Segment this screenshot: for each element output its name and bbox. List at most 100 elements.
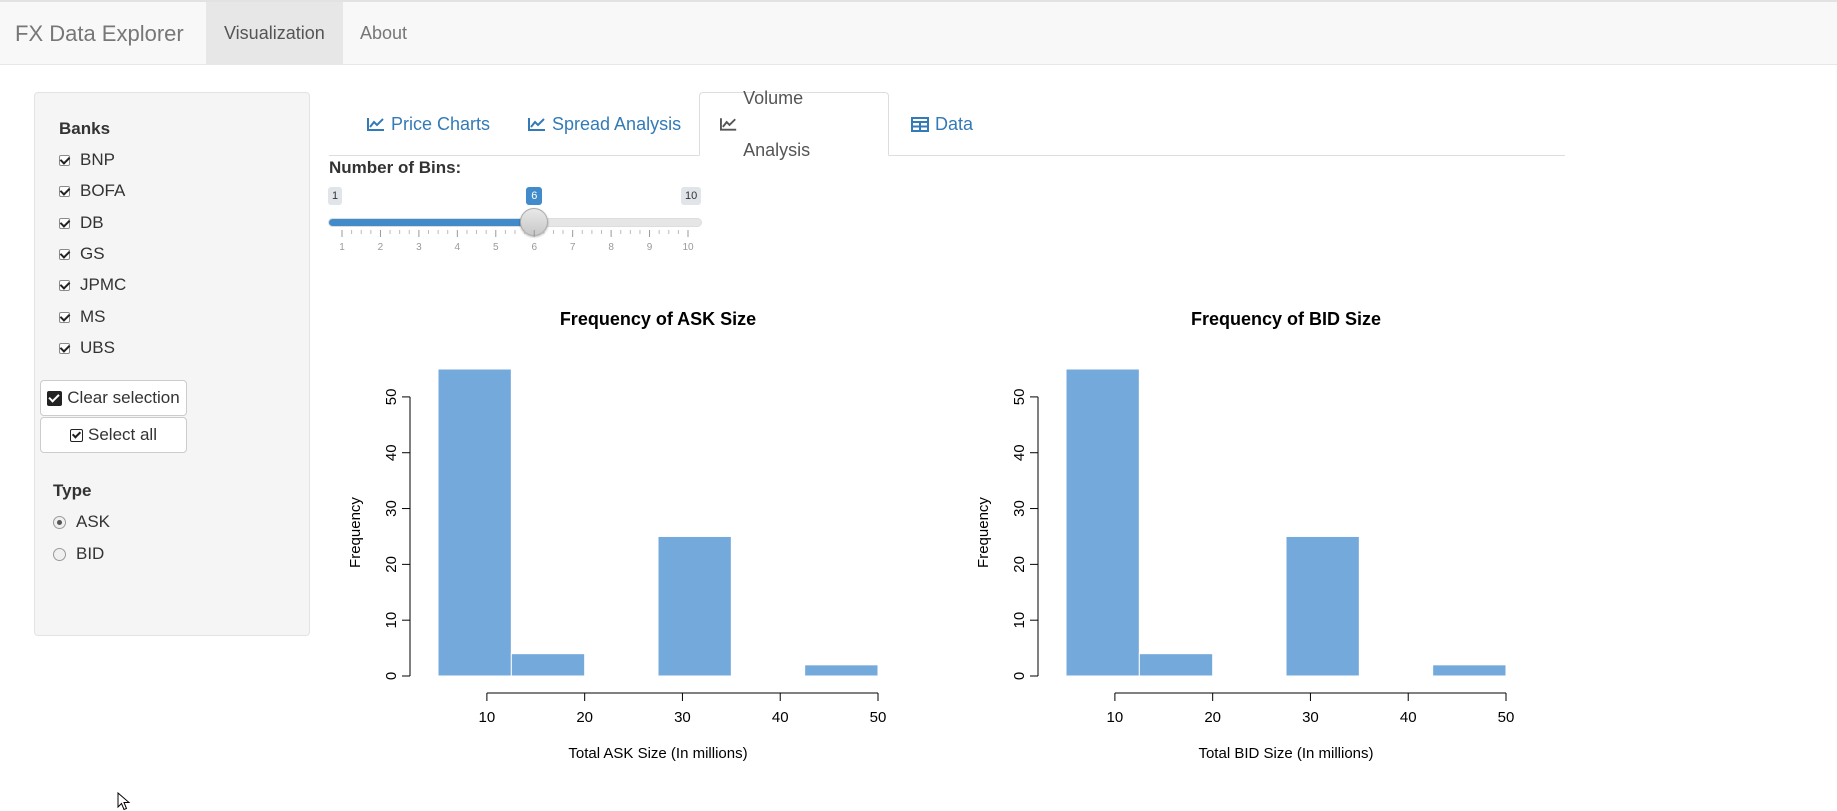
bins-slider-track[interactable] <box>328 218 702 227</box>
slider-max-label: 10 <box>681 187 702 205</box>
app-brand[interactable]: FX Data Explorer <box>15 2 184 65</box>
bank-label: BOFA <box>80 181 126 200</box>
slider-tick-label: 10 <box>682 242 694 253</box>
mouse-cursor-icon <box>117 792 131 811</box>
histogram-bar <box>804 664 879 677</box>
slider-tick-label: 7 <box>570 242 576 253</box>
nav-item-visualization[interactable]: Visualization <box>206 2 343 65</box>
checkbox-checked-icon[interactable] <box>59 248 70 260</box>
bank-label: UBS <box>80 338 115 357</box>
clear-selection-button[interactable]: Clear selection <box>40 380 187 416</box>
slider-tick-label: 3 <box>416 242 422 253</box>
slider-tick-label: 5 <box>493 242 499 253</box>
line-chart-icon <box>720 118 737 131</box>
bank-label: GS <box>80 244 105 263</box>
sidebar-panel: Banks BNP BOFA DB GS JPMC MS UBS Clear s… <box>34 92 310 636</box>
bank-checkbox-gs[interactable]: GS <box>59 243 105 265</box>
top-navbar: FX Data Explorer Visualization About <box>0 0 1837 65</box>
tab-data[interactable]: Data <box>891 92 993 156</box>
bank-label: DB <box>80 213 104 232</box>
x-tick-label: 30 <box>674 709 691 726</box>
type-radio-ask[interactable]: ASK <box>53 511 110 533</box>
checkbox-checked-icon[interactable] <box>59 217 70 229</box>
y-tick-label: 40 <box>1011 444 1028 461</box>
y-axis-label: Frequency <box>975 497 992 568</box>
x-axis-label: Total BID Size (In millions) <box>1198 745 1373 762</box>
y-tick-label: 40 <box>383 444 400 461</box>
bank-checkbox-ms[interactable]: MS <box>59 306 106 328</box>
histogram-bar <box>1432 664 1507 677</box>
check-square-outline-icon <box>70 428 83 442</box>
type-radio-bid[interactable]: BID <box>53 543 104 565</box>
slider-tick-label: 6 <box>531 242 537 253</box>
histogram-bar <box>1065 368 1140 677</box>
chart-title: Frequency of ASK Size <box>560 309 756 329</box>
line-chart-icon <box>367 118 384 131</box>
bank-label: BNP <box>80 150 115 169</box>
checkbox-checked-icon[interactable] <box>59 154 70 166</box>
select-all-label: Select all <box>88 425 157 444</box>
slider-value-label: 6 <box>526 187 543 205</box>
type-label: ASK <box>76 512 111 531</box>
histogram-bar <box>1138 653 1214 677</box>
tab-label: Spread Analysis <box>552 114 682 134</box>
select-all-button[interactable]: Select all <box>40 417 187 453</box>
tab-spread-analysis[interactable]: Spread Analysis <box>508 92 701 156</box>
bank-checkbox-bnp[interactable]: BNP <box>59 149 115 171</box>
x-tick-label: 20 <box>1204 709 1221 726</box>
slider-tick-label: 9 <box>647 242 653 253</box>
x-tick-label: 30 <box>1302 709 1319 726</box>
x-tick-label: 20 <box>576 709 593 726</box>
y-axis-label: Frequency <box>347 497 364 568</box>
checkbox-checked-icon[interactable] <box>59 185 70 197</box>
checkbox-checked-icon[interactable] <box>59 311 70 323</box>
x-tick-label: 10 <box>1107 709 1124 726</box>
x-tick-label: 50 <box>870 709 887 726</box>
x-tick-label: 40 <box>1400 709 1417 726</box>
bank-checkbox-ubs[interactable]: UBS <box>59 337 115 359</box>
slider-tick-scale: 1 2 3 4 5 6 7 8 9 10 <box>339 230 694 253</box>
type-label: BID <box>76 544 105 563</box>
y-tick-label: 50 <box>1011 389 1028 406</box>
y-tick-label: 20 <box>1011 556 1028 573</box>
tab-price-charts[interactable]: Price Charts <box>347 92 510 156</box>
y-tick-label: 0 <box>383 672 400 680</box>
histogram-bar <box>1285 535 1360 677</box>
slider-tick-label: 2 <box>378 242 384 253</box>
slider-tick-label: 8 <box>608 242 614 253</box>
chart-title: Frequency of BID Size <box>1191 309 1381 329</box>
clear-selection-label: Clear selection <box>67 388 180 407</box>
bid-size-histogram: Frequency of BID Size 0 10 20 30 40 50 Frequenc… <box>975 309 1514 762</box>
bank-label: MS <box>80 307 106 326</box>
x-axis-label: Total ASK Size (In millions) <box>568 745 747 762</box>
tab-label: Price Charts <box>391 114 491 134</box>
y-tick-label: 0 <box>1011 672 1028 680</box>
check-square-icon <box>47 390 63 406</box>
histogram-bar <box>437 368 512 677</box>
bank-checkbox-jpmc[interactable]: JPMC <box>59 274 126 296</box>
y-tick-label: 30 <box>383 500 400 517</box>
radio-unselected-icon[interactable] <box>53 547 66 561</box>
x-tick-label: 10 <box>479 709 496 726</box>
bank-label: JPMC <box>80 275 127 294</box>
radio-selected-icon[interactable] <box>53 515 66 529</box>
bank-checkbox-bofa[interactable]: BOFA <box>59 180 125 202</box>
table-icon <box>911 116 929 132</box>
bins-slider-label: Number of Bins: <box>329 158 462 177</box>
line-chart-icon <box>528 118 545 131</box>
checkbox-checked-icon[interactable] <box>59 342 70 354</box>
checkbox-checked-icon[interactable] <box>59 279 70 291</box>
ask-size-histogram: Frequency of ASK Size 0 10 20 30 40 50 Frequenc… <box>347 309 887 762</box>
slider-min-label: 1 <box>328 187 343 205</box>
y-tick-label: 20 <box>383 556 400 573</box>
slider-tick-label: 1 <box>339 242 345 253</box>
bank-checkbox-db[interactable]: DB <box>59 212 104 234</box>
bins-slider-fill <box>329 219 536 226</box>
y-tick-label: 10 <box>383 612 400 629</box>
nav-item-about[interactable]: About <box>342 2 425 65</box>
type-group-label: Type <box>53 481 92 500</box>
tab-volume-analysis[interactable]: Volume Analysis <box>699 88 889 160</box>
tab-label: Data <box>935 114 974 134</box>
histogram-bar <box>510 653 586 677</box>
histogram-bar <box>657 535 732 677</box>
